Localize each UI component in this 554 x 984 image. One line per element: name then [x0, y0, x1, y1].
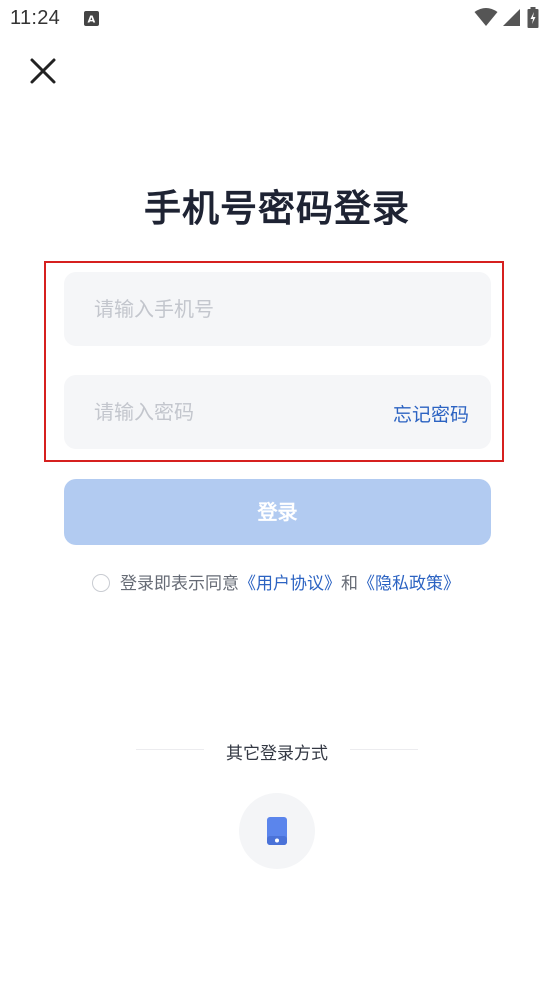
agreement-checkbox[interactable]	[92, 574, 110, 592]
divider-right	[350, 749, 418, 750]
status-bar: 11:24 A	[0, 0, 554, 36]
status-time: 11:24	[10, 7, 61, 29]
a-notification-icon: A	[84, 11, 99, 26]
password-field[interactable]: 忘记密码	[64, 375, 491, 449]
user-agreement-link[interactable]: 《用户协议》	[239, 574, 341, 594]
agreement-conjunction: 和	[341, 574, 358, 594]
wifi-icon	[474, 8, 498, 26]
close-button[interactable]	[24, 52, 62, 90]
phone-field[interactable]	[64, 272, 491, 346]
privacy-policy-link[interactable]: 《隐私政策》	[358, 574, 460, 594]
page-title: 手机号密码登录	[144, 187, 410, 230]
password-input[interactable]	[94, 375, 374, 449]
agreement-text: 登录即表示同意《用户协议》和《隐私政策》	[120, 573, 460, 595]
login-button[interactable]: 登录	[64, 479, 491, 545]
phone-login-button[interactable]	[239, 793, 315, 869]
other-login-title: 其它登录方式	[226, 744, 328, 764]
svg-text:A: A	[88, 15, 96, 25]
cell-signal-icon	[503, 9, 520, 26]
agreement-prefix: 登录即表示同意	[120, 574, 239, 594]
mobile-phone-icon	[267, 817, 287, 845]
battery-charging-icon	[527, 7, 539, 28]
phone-input[interactable]	[94, 272, 374, 346]
forgot-password-link[interactable]: 忘记密码	[393, 400, 469, 427]
close-icon	[30, 58, 56, 84]
